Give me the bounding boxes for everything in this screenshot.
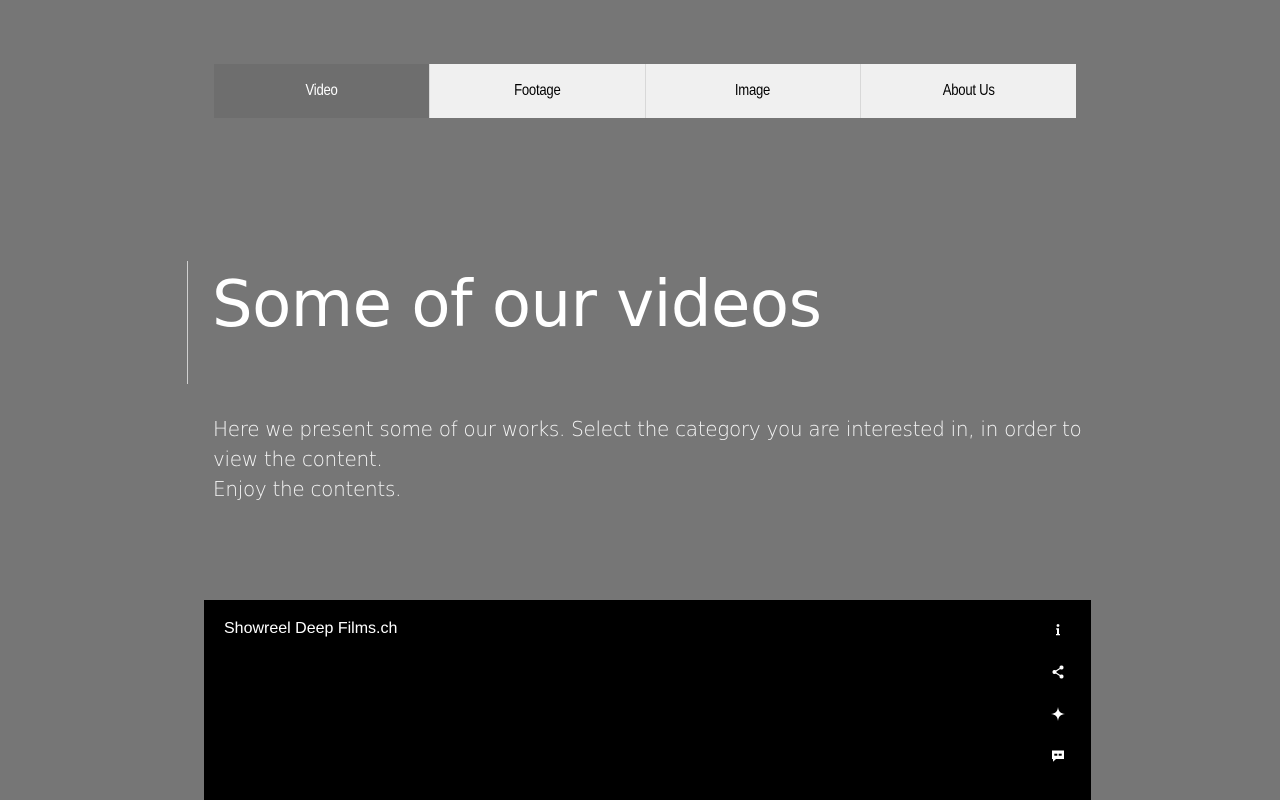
tab-footage-label: Footage xyxy=(513,82,561,99)
tab-footage[interactable]: Footage xyxy=(428,64,645,118)
share-icon[interactable] xyxy=(1044,658,1072,686)
intro-line-1: Here we present some of our works. Selec… xyxy=(213,417,1082,471)
tab-about-us[interactable]: About Us xyxy=(860,64,1076,118)
tab-video[interactable]: Video xyxy=(214,64,429,118)
intro-line-2: Enjoy the contents. xyxy=(213,477,402,501)
tab-image-label: Image xyxy=(735,82,771,99)
captions-icon[interactable] xyxy=(1044,742,1072,770)
sparkle-icon[interactable] xyxy=(1044,700,1072,728)
info-icon[interactable] xyxy=(1044,616,1072,644)
video-title[interactable]: Showreel Deep Films.ch xyxy=(224,620,397,638)
tab-video-label: Video xyxy=(305,82,338,99)
category-tabs: Video Footage Image About Us xyxy=(214,64,1076,118)
video-player[interactable]: Showreel Deep Films.ch xyxy=(204,600,1091,800)
intro-text: Here we present some of our works. Selec… xyxy=(213,414,1093,504)
tab-about-us-label: About Us xyxy=(942,82,995,99)
tab-image[interactable]: Image xyxy=(644,64,861,118)
page-title: Some of our videos xyxy=(212,268,822,342)
title-accent-line xyxy=(187,261,188,384)
